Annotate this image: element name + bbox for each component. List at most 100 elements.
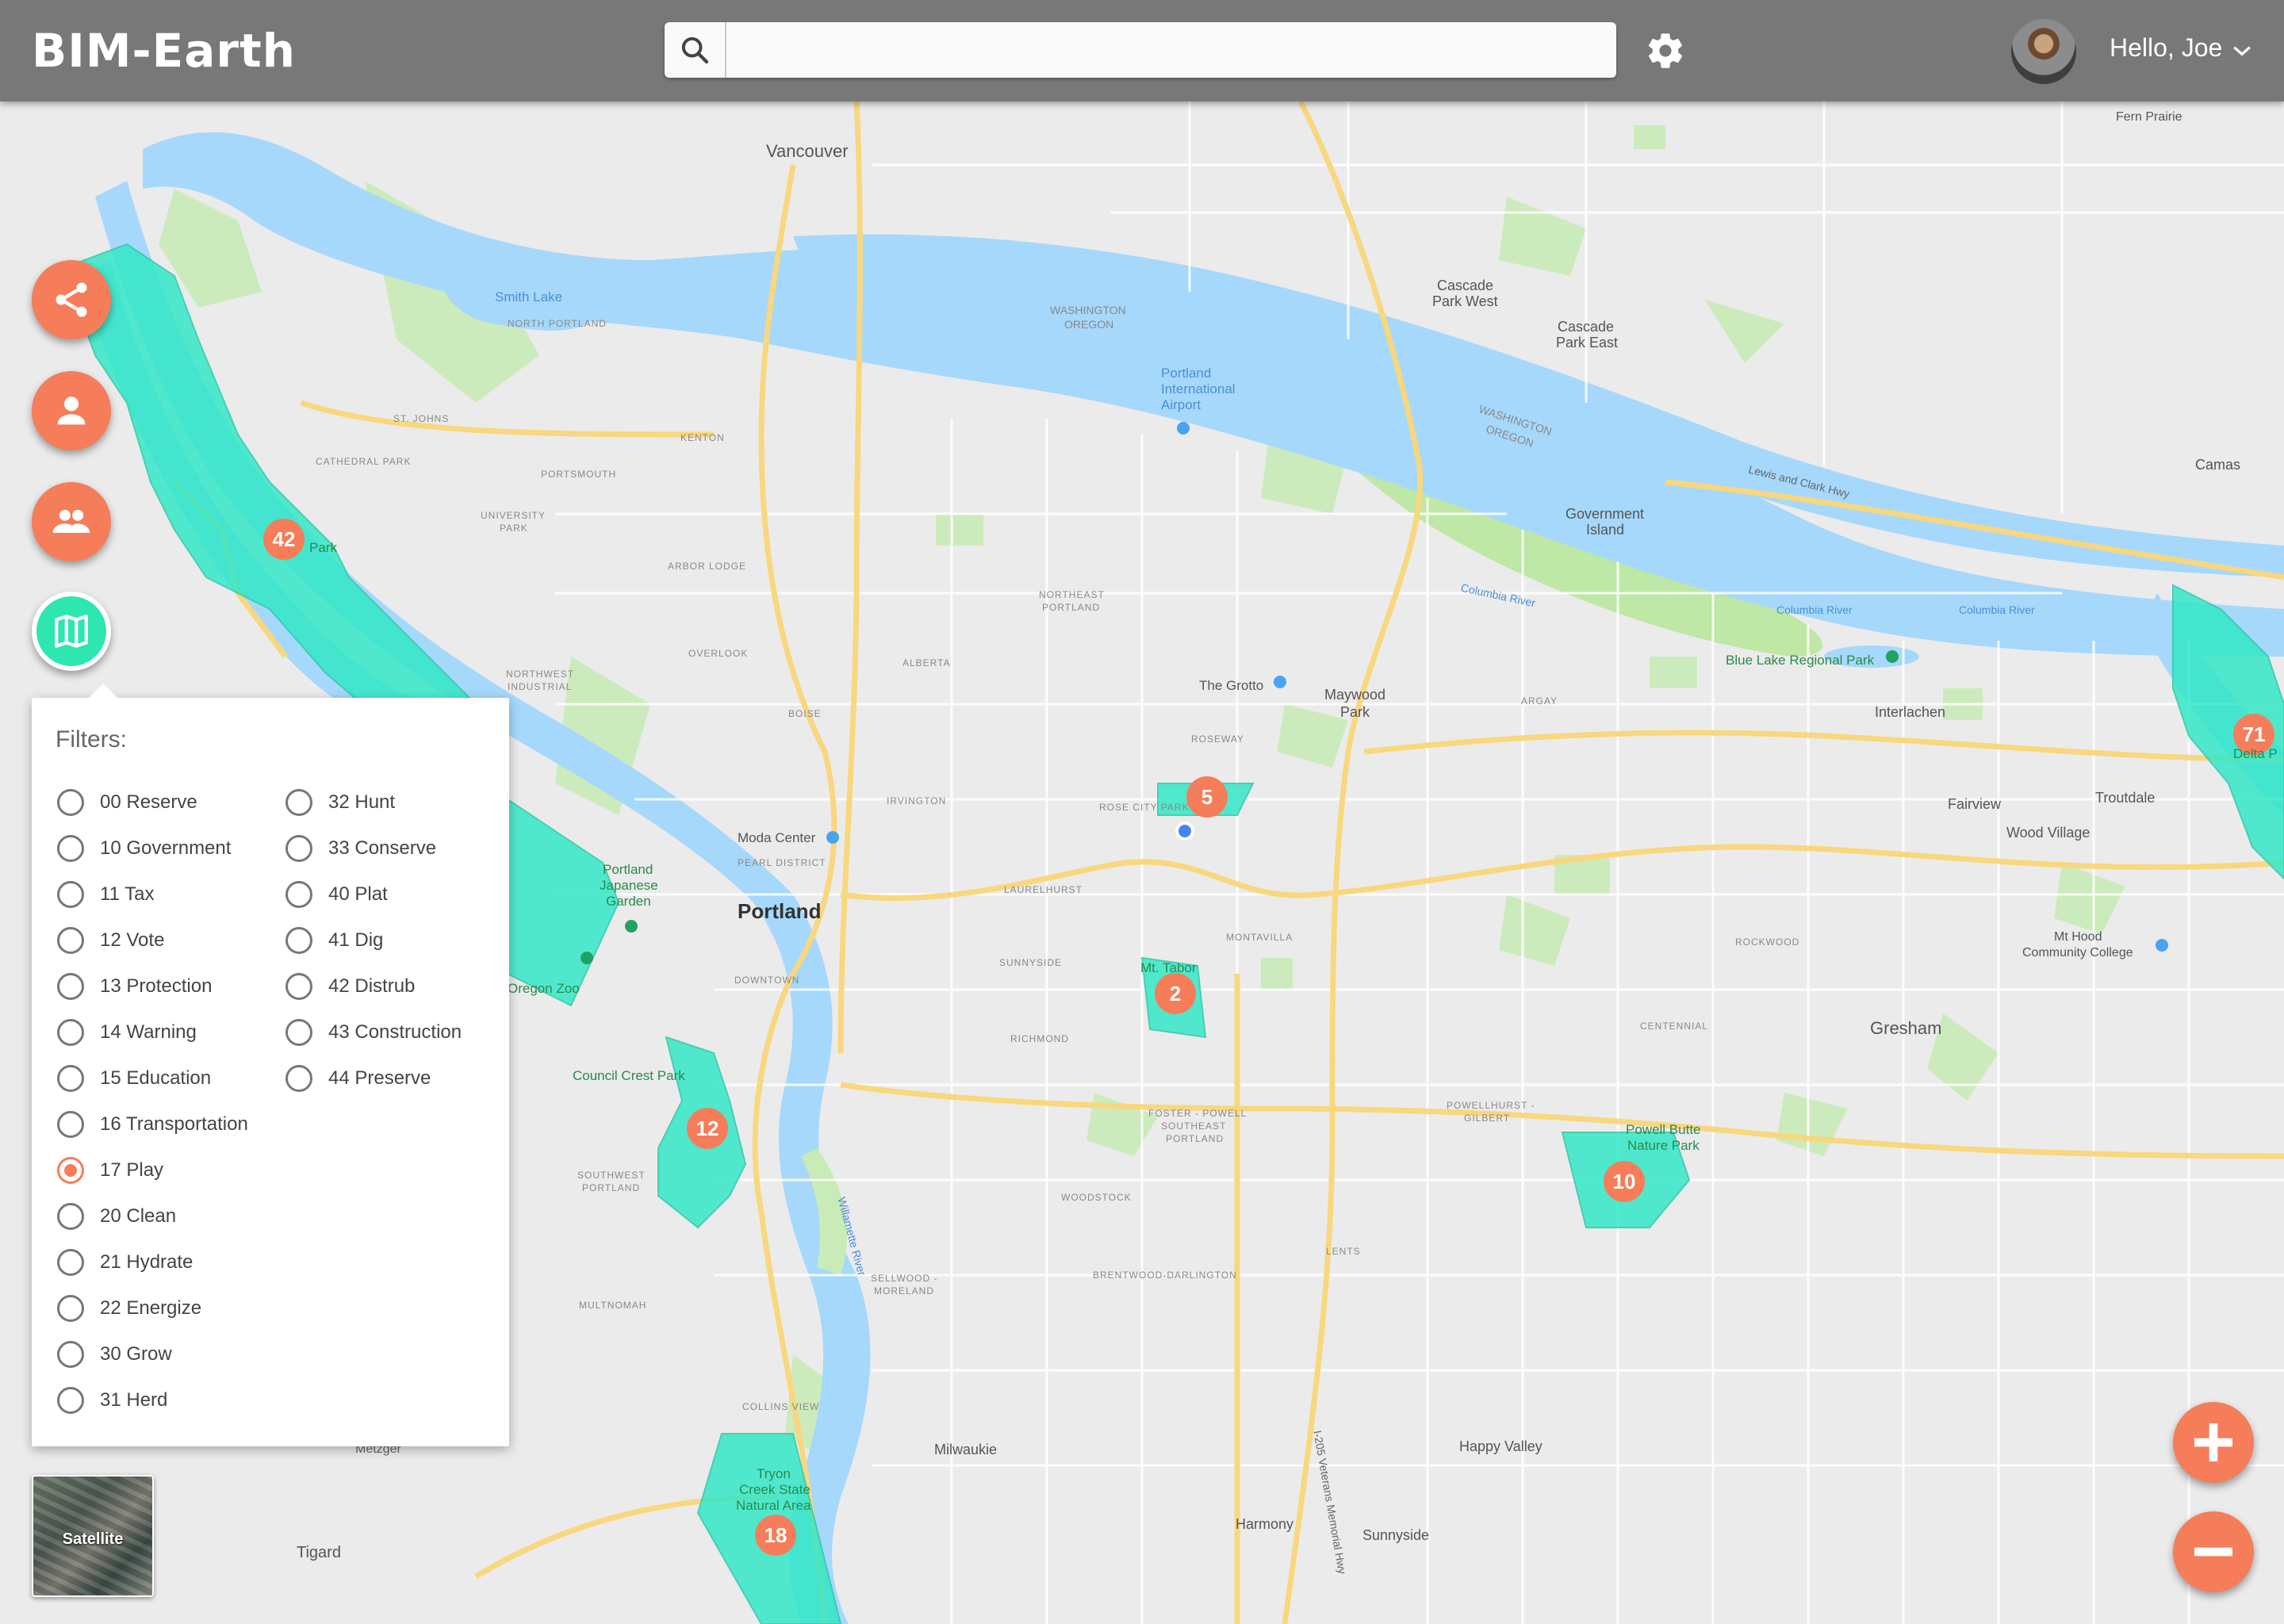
filter-option[interactable]: 16 Transportation <box>57 1109 248 1140</box>
zoom-out-button[interactable] <box>2173 1511 2254 1592</box>
filter-option[interactable]: 20 Clean <box>57 1201 176 1232</box>
radio-unchecked-icon[interactable] <box>57 1341 84 1368</box>
radio-unchecked-icon[interactable] <box>286 881 312 908</box>
location-dot <box>1175 822 1194 841</box>
radio-unchecked-icon[interactable] <box>286 789 312 816</box>
search-button[interactable] <box>665 22 726 78</box>
moda-pin <box>826 831 839 844</box>
share-fab[interactable] <box>32 260 111 339</box>
filter-option[interactable]: 42 Distrub <box>286 971 415 1002</box>
nb-downtown: DOWNTOWN <box>734 975 799 986</box>
nb-kenton: KENTON <box>680 432 725 443</box>
search-icon <box>681 36 709 64</box>
radio-unchecked-icon[interactable] <box>286 1065 312 1092</box>
avatar[interactable] <box>2011 19 2076 84</box>
label-powell-butte-1: Powell Butte <box>1626 1122 1701 1137</box>
nb-rockwood: ROCKWOOD <box>1735 936 1799 948</box>
person-fab[interactable] <box>32 371 111 450</box>
label-mhcc-2: Community College <box>2022 946 2133 959</box>
zoom-in-button[interactable] <box>2173 1402 2254 1483</box>
radio-unchecked-icon[interactable] <box>286 973 312 1000</box>
label-tryon-3: Natural Area <box>736 1498 811 1513</box>
panel-caret <box>89 684 117 698</box>
radio-unchecked-icon[interactable] <box>57 1203 84 1230</box>
nb-alberta: ALBERTA <box>902 657 951 668</box>
map-layers-fab[interactable] <box>32 592 111 671</box>
radio-unchecked-icon[interactable] <box>57 1065 84 1092</box>
filter-option-label: 41 Dig <box>328 929 384 951</box>
nb-sw-2: PORTLAND <box>582 1182 640 1193</box>
label-tigard: Tigard <box>297 1544 341 1561</box>
filter-option[interactable]: 21 Hydrate <box>57 1247 193 1278</box>
nb-sellwood-2: MORELAND <box>874 1285 934 1297</box>
label-jg-1: Portland <box>603 862 653 877</box>
filter-option-label: 20 Clean <box>100 1205 177 1227</box>
nb-powellhurst-1: POWELLHURST - <box>1447 1100 1535 1111</box>
share-icon <box>56 282 87 317</box>
filter-option[interactable]: 17 Play <box>57 1155 163 1186</box>
label-columbia-2: Columbia River <box>1776 603 1853 616</box>
chevron-down-icon[interactable] <box>2232 43 2252 59</box>
filter-option[interactable]: 11 Tax <box>57 879 155 910</box>
label-gov-island-1: Government <box>1565 506 1644 522</box>
marker-count: 12 <box>696 1116 719 1140</box>
group-fab[interactable] <box>32 482 111 561</box>
label-moda: Moda Center <box>738 830 816 845</box>
radio-unchecked-icon[interactable] <box>286 835 312 862</box>
radio-unchecked-icon[interactable] <box>57 973 84 1000</box>
app-title[interactable]: BIM-Earth <box>32 24 296 78</box>
nb-cathedral-park: CATHEDRAL PARK <box>316 456 411 467</box>
radio-unchecked-icon[interactable] <box>57 1249 84 1276</box>
label-airport-3: Airport <box>1161 397 1201 412</box>
filter-option[interactable]: 41 Dig <box>286 925 383 956</box>
satellite-toggle[interactable]: Satellite <box>32 1475 154 1597</box>
radio-unchecked-icon[interactable] <box>57 1019 84 1046</box>
label-tryon-1: Tryon <box>757 1466 791 1481</box>
filter-option[interactable]: 31 Herd <box>57 1385 167 1416</box>
radio-unchecked-icon[interactable] <box>286 927 312 954</box>
label-columbia-3: Columbia River <box>1959 603 2035 616</box>
label-cascade-w-2: Park West <box>1432 293 1498 309</box>
radio-unchecked-icon[interactable] <box>57 1295 84 1322</box>
marker-count: 18 <box>765 1523 788 1547</box>
nb-university-1: UNIVERSITY <box>481 510 546 521</box>
radio-unchecked-icon[interactable] <box>57 789 84 816</box>
filter-option[interactable]: 12 Vote <box>57 925 164 956</box>
label-troutdale: Troutdale <box>2095 790 2155 806</box>
filter-option[interactable]: 13 Protection <box>57 971 212 1002</box>
radio-unchecked-icon[interactable] <box>57 1387 84 1414</box>
nb-se-2: PORTLAND <box>1166 1133 1224 1144</box>
filter-option[interactable]: 32 Hunt <box>286 787 395 818</box>
filter-panel-title: Filters: <box>56 726 127 753</box>
filter-option[interactable]: 44 Preserve <box>286 1063 431 1094</box>
filter-option-label: 15 Education <box>100 1067 212 1089</box>
nb-argay: ARGAY <box>1521 695 1558 707</box>
search-input[interactable] <box>728 22 1608 78</box>
filter-option[interactable]: 10 Government <box>57 833 231 864</box>
nb-university-2: PARK <box>500 523 528 534</box>
filter-option[interactable]: 22 Energize <box>57 1293 201 1324</box>
label-milwaukie: Milwaukie <box>934 1442 997 1457</box>
radio-unchecked-icon[interactable] <box>286 1019 312 1046</box>
filter-option[interactable]: 15 Education <box>57 1063 211 1094</box>
filter-option[interactable]: 00 Reserve <box>57 787 197 818</box>
group-icon <box>52 509 90 533</box>
filter-option[interactable]: 14 Warning <box>57 1017 197 1048</box>
radio-unchecked-icon[interactable] <box>57 835 84 862</box>
user-greeting[interactable]: Hello, Joe <box>2110 33 2222 63</box>
label-gov-island-2: Island <box>1586 522 1624 538</box>
radio-checked-icon[interactable] <box>57 1157 84 1184</box>
radio-unchecked-icon[interactable] <box>57 881 84 908</box>
filter-option[interactable]: 43 Construction <box>286 1017 462 1048</box>
nb-multnomah: MULTNOMAH <box>579 1300 646 1311</box>
settings-button[interactable] <box>1645 30 1686 71</box>
nb-ne-1: NORTHEAST <box>1039 589 1105 600</box>
radio-unchecked-icon[interactable] <box>57 1111 84 1138</box>
radio-unchecked-icon[interactable] <box>57 927 84 954</box>
filter-option[interactable]: 30 Grow <box>57 1339 172 1370</box>
satellite-label: Satellite <box>62 1530 124 1548</box>
nb-portsmouth: PORTSMOUTH <box>541 469 616 480</box>
filter-option[interactable]: 40 Plat <box>286 879 388 910</box>
nb-overlook: OVERLOOK <box>688 648 748 659</box>
filter-option[interactable]: 33 Conserve <box>286 833 436 864</box>
